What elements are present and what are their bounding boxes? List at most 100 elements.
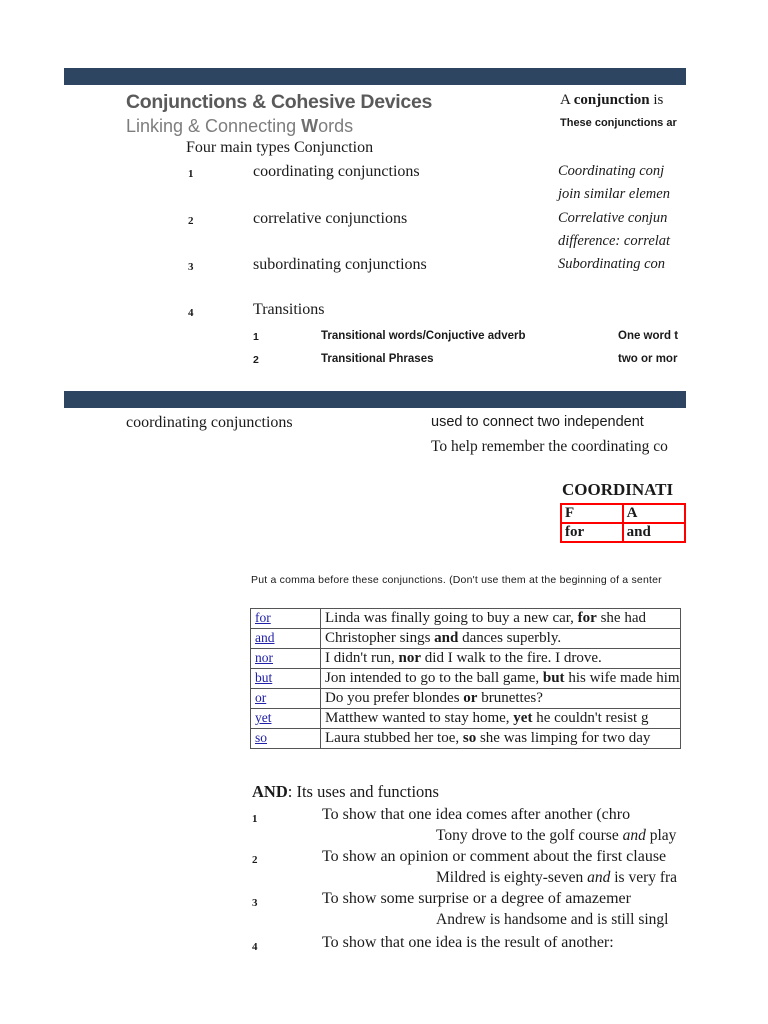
sentence-post: she was limping for two day (476, 730, 651, 746)
type-desc-1-line2: join similar elemen (558, 186, 670, 202)
example-sentence-cell: I didn't run, nor did I walk to the fire… (320, 648, 681, 669)
sentence-post: dances superbly. (458, 630, 562, 646)
table-row: or Do you prefer blondes or brunettes? (250, 688, 681, 709)
and-item-text-3: To show some surprise or a degree of ama… (322, 890, 631, 907)
example-sentence-cell: Laura stubbed her toe, so she was limpin… (320, 728, 681, 749)
example-post: is very fra (610, 869, 678, 886)
transition-sub-label-2: Transitional Phrases (321, 353, 434, 365)
transition-sub-number-1: 1 (253, 331, 259, 343)
table-row: and Christopher sings and dances superbl… (250, 628, 681, 649)
sentence-conjunction: but (542, 670, 565, 686)
example-sentence-cell: Jon intended to go to the ball game, but… (320, 668, 681, 689)
and-item-example-2: Mildred is eighty-seven and is very fra (436, 869, 677, 887)
sentence-conjunction: nor (398, 650, 422, 666)
section2-desc-line2: To help remember the coordinating co (431, 438, 668, 455)
example-sentence-cell: Do you prefer blondes or brunettes? (320, 688, 681, 709)
type-label-2: correlative conjunctions (253, 210, 408, 227)
and-item-text-1: To show that one idea comes after anothe… (322, 806, 631, 823)
type-label-3: subordinating conjunctions (253, 256, 427, 273)
example-word-cell[interactable]: yet (250, 708, 321, 729)
and-section-heading: AND: Its uses and functions (252, 782, 439, 802)
example-pre: Tony drove to the golf course (436, 827, 623, 844)
type-desc-3-line1: Subordinating con (558, 256, 666, 272)
table-row: nor I didn't run, nor did I walk to the … (250, 648, 681, 669)
section2-desc-line1: used to connect two independent (431, 414, 644, 430)
definition-term: conjunction (573, 92, 650, 108)
example-word-cell[interactable]: but (250, 668, 321, 689)
conjunction-link[interactable]: so (255, 730, 267, 745)
conjunction-examples-table: for Linda was finally going to buy a new… (250, 608, 681, 749)
type-label-1: coordinating conjunctions (253, 163, 420, 180)
table-row: but Jon intended to go to the ball game,… (250, 668, 681, 689)
fanboys-word-cell: for (560, 522, 624, 543)
type-desc-2-line2: difference: correlat (558, 233, 671, 249)
and-item-example-1: Tony drove to the golf course and play (436, 827, 676, 845)
conjunction-link[interactable]: yet (255, 710, 272, 725)
sentence-pre: Laura stubbed her toe, (325, 730, 463, 746)
fanboys-word-row: for and (560, 522, 686, 543)
type-number-1: 1 (188, 168, 194, 180)
example-word-cell[interactable]: and (250, 628, 321, 649)
conjunction-link[interactable]: or (255, 690, 266, 705)
type-label-4: Transitions (253, 301, 325, 318)
fanboys-table-title: COORDINATI (562, 480, 674, 499)
conjunction-link[interactable]: but (255, 670, 272, 685)
and-item-number-1: 1 (252, 813, 258, 825)
header-bar-middle (64, 391, 686, 408)
example-sentence-cell: Christopher sings and dances superbly. (320, 628, 681, 649)
sentence-pre: Matthew wanted to stay home, (325, 710, 514, 726)
conjunction-link[interactable]: and (255, 630, 275, 645)
type-desc-1-line1: Coordinating conj (558, 163, 665, 179)
fanboys-header-row: F A (560, 503, 686, 524)
sentence-pre: I didn't run, (325, 650, 399, 666)
sentence-post: he couldn't resist g (532, 710, 649, 726)
sentence-post: his wife made him (564, 670, 680, 686)
conjunction-definition: A conjunction is (560, 92, 663, 109)
sentence-post: brunettes? (477, 690, 543, 706)
table-row: for Linda was finally going to buy a new… (250, 608, 681, 629)
fanboys-table: F A for and (560, 503, 686, 543)
example-word-cell[interactable]: for (250, 608, 321, 629)
sentence-conjunction: yet (513, 710, 533, 726)
sentence-pre: Christopher sings (325, 630, 435, 646)
conjunction-link[interactable]: nor (255, 650, 273, 665)
example-sentence-cell: Linda was finally going to buy a new car… (320, 608, 681, 629)
and-item-text-2: To show an opinion or comment about the … (322, 848, 667, 865)
sentence-conjunction: for (577, 610, 597, 626)
example-word-cell[interactable]: or (250, 688, 321, 709)
fanboys-letter-cell: F (560, 503, 624, 524)
table-row: yet Matthew wanted to stay home, yet he … (250, 708, 681, 729)
and-item-example-3: Andrew is handsome and is still singl (436, 911, 669, 929)
and-item-number-2: 2 (252, 854, 258, 866)
subtitle-emphasis: W (301, 116, 319, 136)
type-number-3: 3 (188, 261, 194, 273)
sentence-post: did I walk to the fire. I drove. (421, 650, 602, 666)
type-number-2: 2 (188, 215, 194, 227)
type-number-4: 4 (188, 307, 194, 319)
and-heading-rest: : Its uses and functions (287, 782, 439, 801)
sentence-pre: Linda was finally going to buy a new car… (325, 610, 578, 626)
subtitle-part-1: Linking & Connecting (126, 116, 302, 136)
definition-tail: is (649, 92, 664, 108)
comma-usage-note: Put a comma before these conjunctions. (… (251, 574, 662, 586)
section2-label: coordinating conjunctions (126, 414, 293, 431)
table-row: so Laura stubbed her toe, so she was lim… (250, 728, 681, 749)
example-word-cell[interactable]: nor (250, 648, 321, 669)
and-item-number-3: 3 (252, 897, 258, 909)
and-item-number-4: 4 (252, 941, 258, 953)
and-item-text-4: To show that one idea is the result of a… (322, 934, 614, 951)
conjunction-link[interactable]: for (255, 610, 271, 625)
example-sentence-cell: Matthew wanted to stay home, yet he coul… (320, 708, 681, 729)
header-bar-top (64, 68, 686, 85)
transition-sub-desc-2: two or mor (618, 353, 678, 365)
example-conjunction: and (622, 827, 646, 844)
example-conjunction: and (587, 869, 611, 886)
fanboys-letter-cell: A (621, 503, 686, 524)
sentence-conjunction: so (462, 730, 477, 746)
example-word-cell[interactable]: so (250, 728, 321, 749)
sentence-pre: Jon intended to go to the ball game, (325, 670, 543, 686)
subtitle-part-2: ords (318, 116, 354, 136)
example-pre: Andrew is handsome and is still singl (436, 911, 669, 928)
type-desc-2-line1: Correlative conjun (558, 210, 668, 226)
sentence-conjunction: or (463, 690, 478, 706)
